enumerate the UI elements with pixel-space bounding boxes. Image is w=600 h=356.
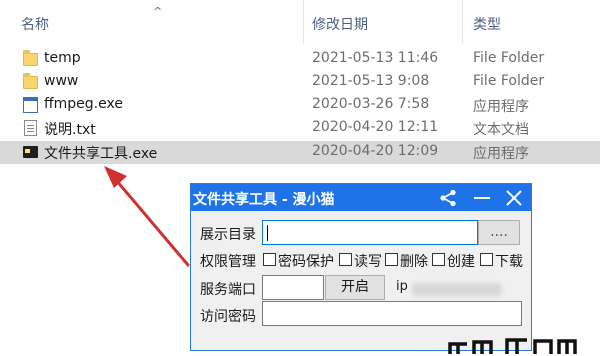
checkbox-box[interactable] bbox=[339, 253, 352, 266]
file-row[interactable]: 说明.txt 2020-04-20 12:11 文本文档 bbox=[0, 117, 600, 140]
file-type: 文本文档 bbox=[473, 122, 529, 138]
checkbox-box[interactable] bbox=[263, 253, 276, 266]
password-input[interactable] bbox=[262, 301, 522, 326]
checkbox-box[interactable] bbox=[385, 253, 398, 266]
column-divider[interactable] bbox=[462, 0, 463, 44]
date-column-header[interactable]: 修改日期 bbox=[312, 14, 368, 34]
column-header: ^ 名称 修改日期 类型 bbox=[0, 0, 600, 44]
column-divider[interactable] bbox=[303, 0, 304, 44]
port-label: 服务端口 bbox=[200, 282, 256, 298]
app-exe-icon bbox=[23, 144, 38, 160]
file-row[interactable]: www 2021-05-13 9:08 File Folder bbox=[0, 71, 600, 94]
file-date: 2021-05-13 9:08 bbox=[312, 73, 430, 89]
directory-input[interactable] bbox=[262, 220, 478, 245]
browse-button[interactable]: .... bbox=[478, 220, 520, 245]
window-titlebar[interactable]: 文件共享工具 - 漫小猫 bbox=[191, 184, 531, 211]
start-button[interactable]: 开启 bbox=[325, 275, 385, 300]
ip-label: ip bbox=[396, 279, 408, 294]
file-date: 2020-03-26 7:58 bbox=[312, 96, 430, 112]
checkbox-box[interactable] bbox=[432, 253, 445, 266]
watermark-logo bbox=[448, 338, 577, 354]
file-row[interactable]: ffmpeg.exe 2020-03-26 7:58 应用程序 bbox=[0, 94, 600, 117]
checkbox-box[interactable] bbox=[480, 253, 493, 266]
dir-label: 展示目录 bbox=[200, 227, 256, 243]
file-name: 文件共享工具.exe bbox=[44, 146, 158, 162]
share-icon[interactable] bbox=[433, 184, 463, 211]
close-icon[interactable] bbox=[499, 184, 529, 211]
name-column-header[interactable]: 名称 bbox=[21, 14, 49, 34]
file-name: www bbox=[44, 73, 79, 89]
port-input[interactable] bbox=[262, 275, 324, 300]
file-date: 2020-04-20 12:09 bbox=[312, 143, 439, 159]
folder-icon bbox=[23, 73, 38, 90]
file-type: 应用程序 bbox=[473, 99, 529, 115]
file-name: temp bbox=[44, 50, 81, 66]
perm-label: 权限管理 bbox=[200, 254, 256, 270]
sort-indicator: ^ bbox=[153, 5, 163, 18]
folder-icon bbox=[23, 50, 38, 67]
type-column-header[interactable]: 类型 bbox=[473, 14, 501, 34]
minimize-icon[interactable] bbox=[467, 184, 497, 211]
ip-address-redacted bbox=[412, 283, 502, 296]
file-row-selected[interactable]: 文件共享工具.exe 2020-04-20 12:09 应用程序 bbox=[0, 141, 600, 164]
file-type: File Folder bbox=[473, 50, 545, 66]
password-label: 访问密码 bbox=[200, 309, 256, 325]
window-title: 文件共享工具 - 漫小猫 bbox=[193, 192, 335, 208]
file-row[interactable]: temp 2021-05-13 11:46 File Folder bbox=[0, 48, 600, 71]
file-name: ffmpeg.exe bbox=[44, 96, 123, 112]
file-type: File Folder bbox=[473, 73, 545, 89]
file-name: 说明.txt bbox=[44, 122, 96, 138]
file-type: 应用程序 bbox=[473, 146, 529, 162]
file-date: 2020-04-20 12:11 bbox=[312, 119, 439, 135]
file-date: 2021-05-13 11:46 bbox=[312, 50, 439, 66]
text-file-icon bbox=[23, 120, 38, 136]
exe-icon bbox=[23, 97, 38, 113]
